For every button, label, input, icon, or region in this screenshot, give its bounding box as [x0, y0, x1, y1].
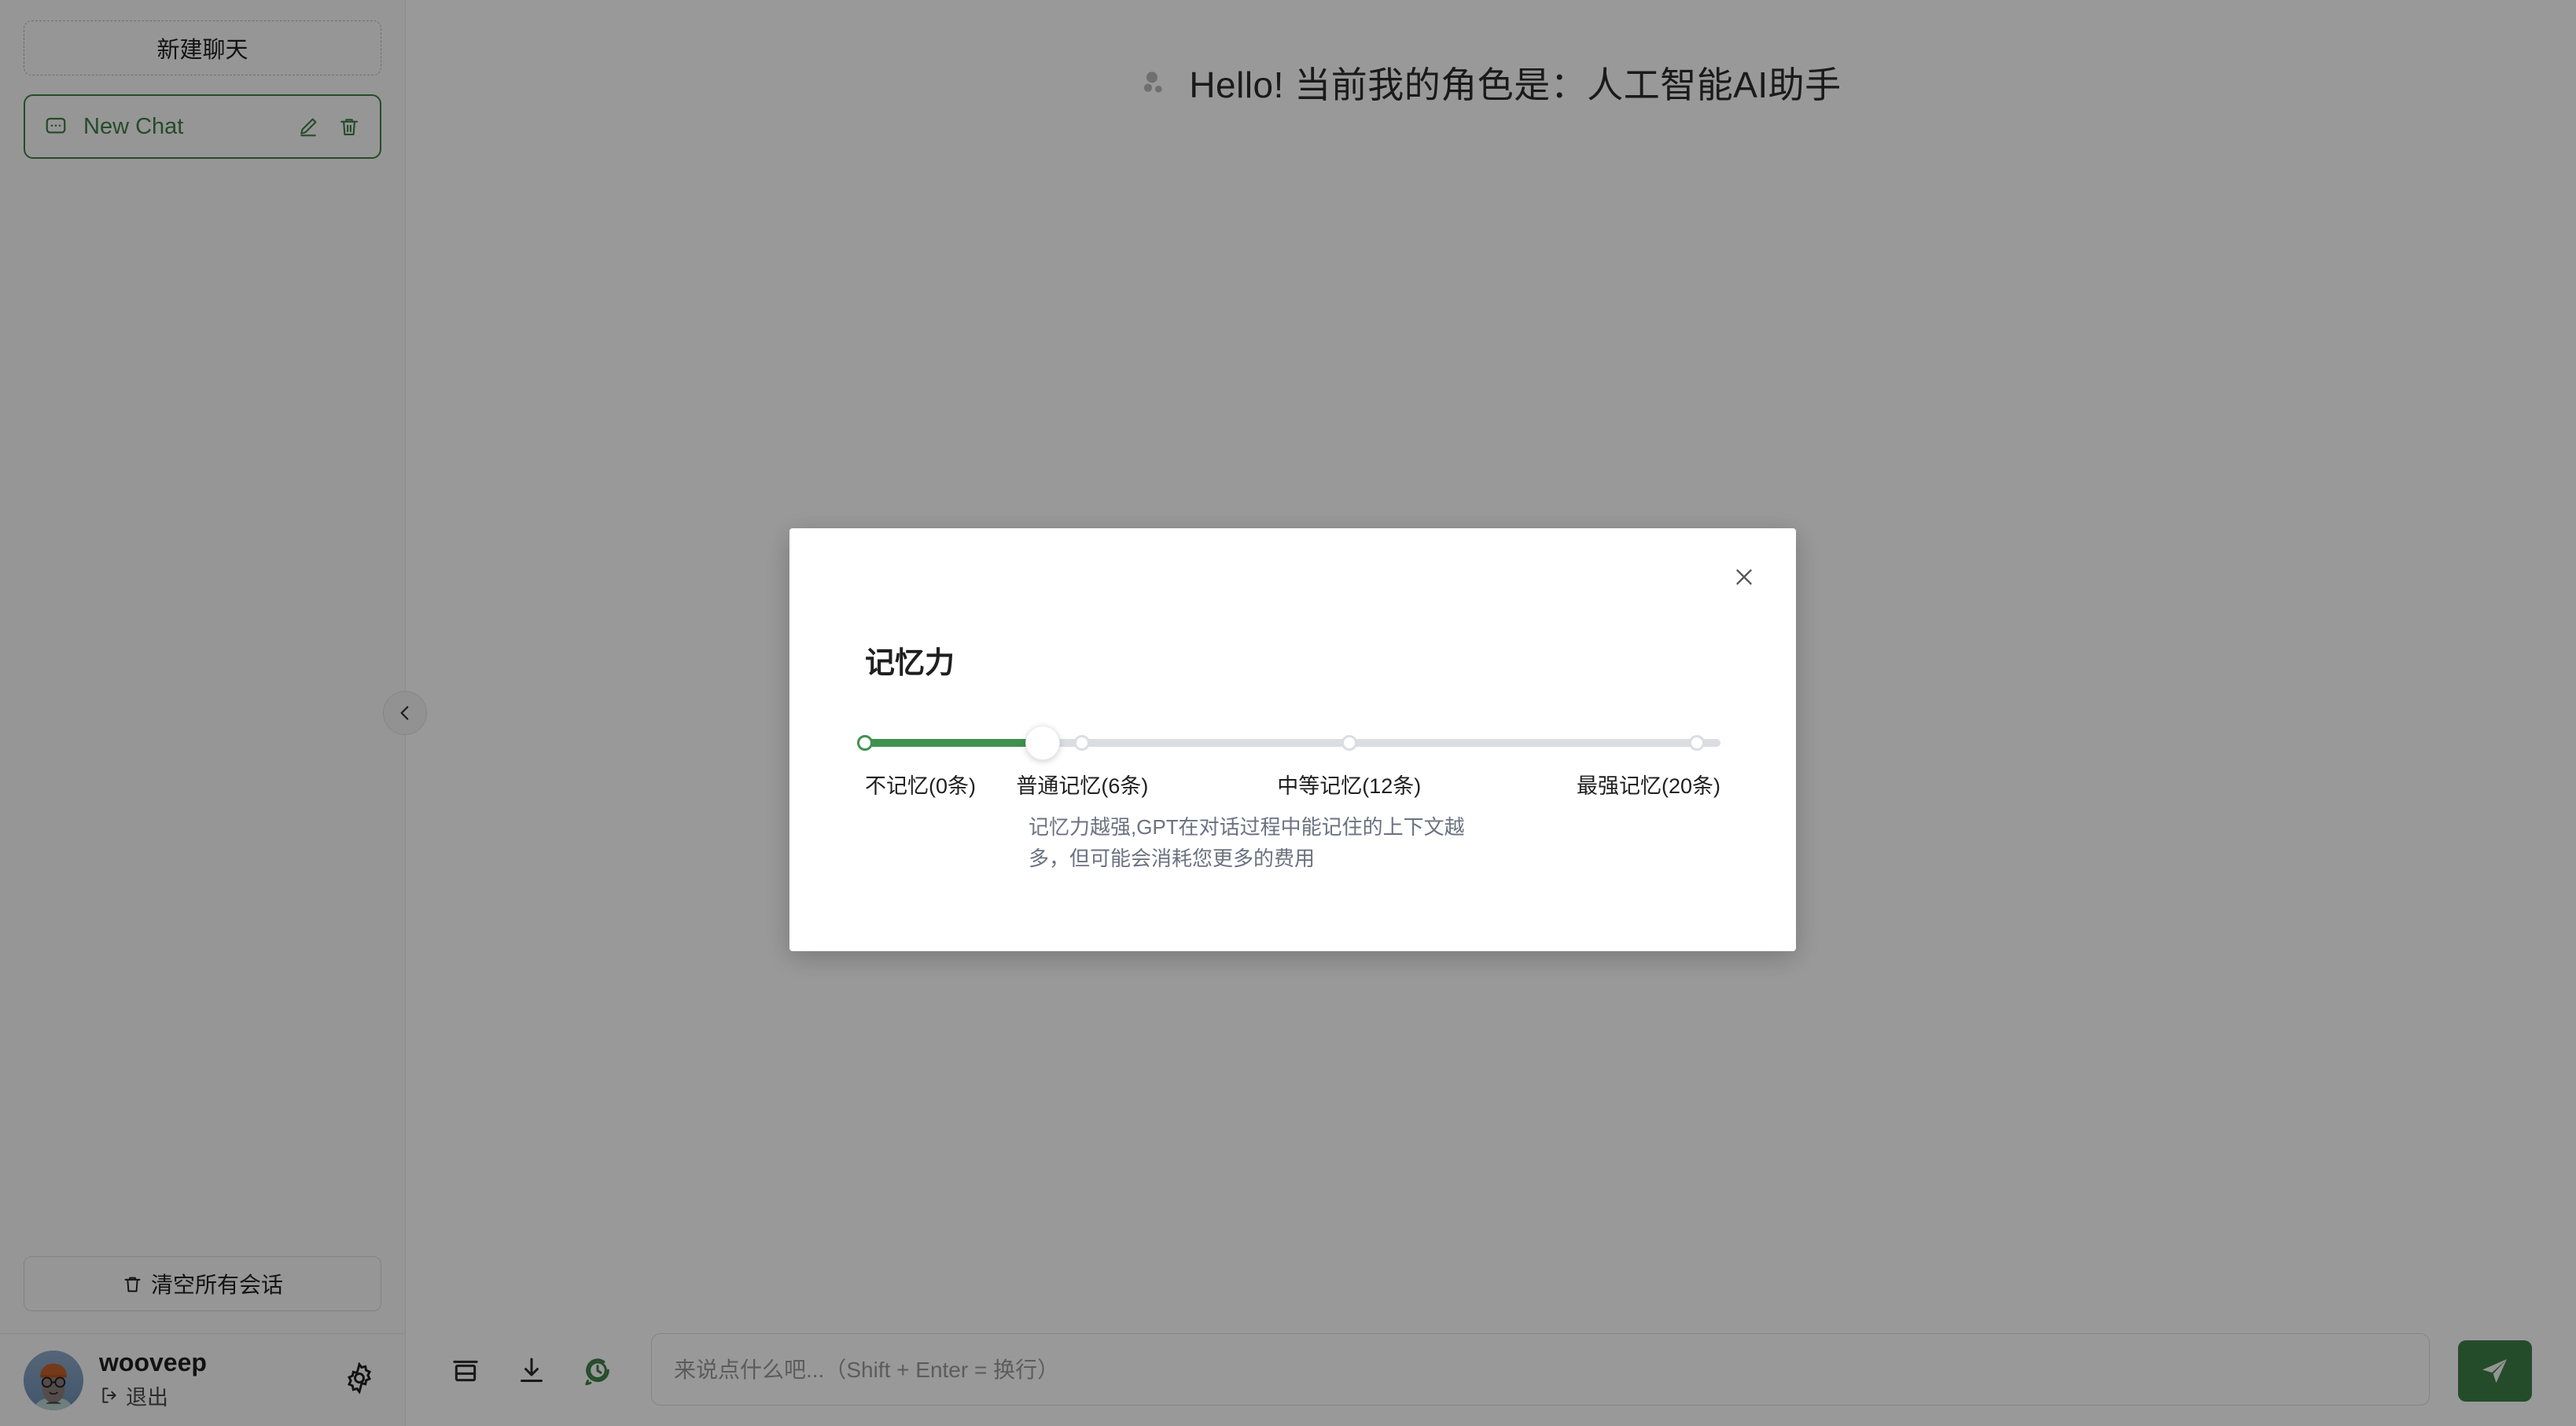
slider-tick-label-0: 不记忆(0条) — [865, 774, 976, 798]
slider-tick-12[interactable] — [1341, 735, 1357, 751]
slider-track-fill — [865, 739, 1043, 747]
slider-tick-20[interactable] — [1688, 735, 1705, 751]
modal-title: 记忆力 — [865, 647, 955, 680]
slider-tick-label-20: 最强记忆(20条) — [1576, 774, 1720, 798]
close-x-icon[interactable] — [1727, 560, 1761, 594]
slider-tick-label-6: 普通记忆(6条) — [1016, 774, 1149, 798]
modal-overlay[interactable]: 记忆力 不记忆(0条) 普通记忆(6条) 中等记忆(12条) 最强记忆(20条) 记忆… — [0, 0, 2576, 1426]
memory-settings-modal: 记忆力 不记忆(0条) 普通记忆(6条) 中等记忆(12条) 最强记忆(20条) 记忆… — [789, 528, 1796, 951]
slider-tick-labels: 不记忆(0条) 普通记忆(6条) 中等记忆(12条) 最强记忆(20条) — [865, 769, 1720, 803]
slider-tick-0[interactable] — [857, 735, 873, 751]
memory-slider-zone: 不记忆(0条) 普通记忆(6条) 中等记忆(12条) 最强记忆(20条) 记忆力越强,… — [857, 726, 1720, 875]
slider-handle[interactable] — [1025, 726, 1061, 760]
slider-tick-6[interactable] — [1074, 735, 1091, 751]
memory-slider[interactable] — [857, 726, 1720, 760]
memory-description: 记忆力越强,GPT在对话过程中能记住的上下文越多，但可能会消耗您更多的费用 — [1029, 815, 1465, 871]
slider-tick-label-12: 中等记忆(12条) — [1277, 774, 1422, 798]
